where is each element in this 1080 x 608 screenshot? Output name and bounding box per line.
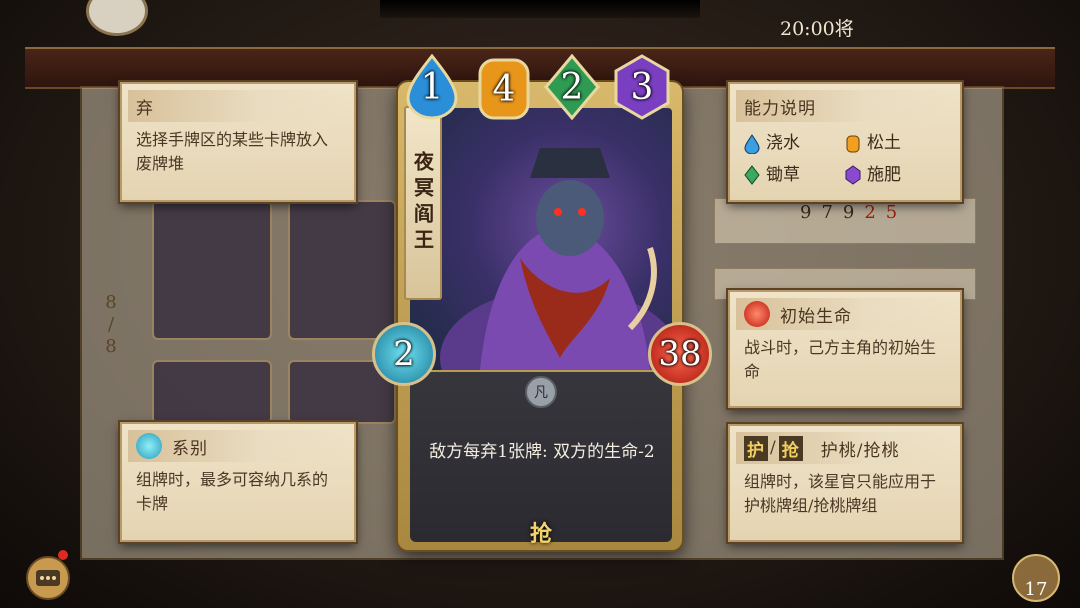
discard-title: 弃 [128, 90, 348, 122]
ability-fertilize: 施肥 [845, 160, 946, 186]
card-name: 夜冥阎王 [404, 106, 442, 300]
card-art [410, 108, 672, 370]
series-icon [136, 433, 162, 459]
notification-dot [58, 550, 68, 560]
deck-card-3[interactable] [152, 360, 272, 424]
peach-info-panel: 护 / 抢 护桃/抢桃 组牌时，该星官只能应用于护桃牌组/抢桃牌组 [728, 424, 962, 542]
cost-weed-icon: 2 [544, 54, 600, 120]
discard-body: 选择手牌区的某些卡牌放入废牌堆 [136, 130, 329, 173]
cost-water-value: 1 [420, 66, 444, 108]
green-gem-icon [744, 165, 760, 185]
life-icon [744, 301, 770, 327]
series-title: 系别 [172, 438, 208, 459]
deck-card-2[interactable] [288, 200, 396, 340]
counter-value: 17 [1024, 579, 1048, 600]
life-value-badge: 38 [648, 322, 712, 386]
cost-weed-value: 2 [560, 66, 584, 108]
clock-label: 20:00将 [780, 18, 854, 40]
cost-water-icon: 1 [404, 54, 460, 120]
card-effect-text: 敌方每弃1张牌: 双方的生命-2 [429, 442, 655, 462]
card-grab-tag: 抢 [529, 521, 552, 547]
ability-info-panel: 能力说明 浇水 松土 锄草 施肥 [728, 82, 962, 202]
purple-gem-icon [845, 165, 861, 185]
peach-title: 护桃/抢桃 [820, 440, 900, 461]
ability-water: 浇水 [744, 128, 845, 154]
rarity-rune-icon: 凡 [525, 376, 557, 408]
series-body: 组牌时，最多可容纳几系的卡牌 [136, 470, 329, 513]
series-info-panel: 系别 组牌时，最多可容纳几系的卡牌 [120, 422, 356, 542]
ability-weed: 锄草 [744, 160, 845, 186]
cost-fertilize-icon: 3 [614, 54, 670, 120]
cost-soil-icon: 4 [476, 56, 532, 122]
cost-soil-value: 4 [492, 68, 516, 110]
series-value-badge: 2 [372, 322, 436, 386]
chat-button[interactable] [26, 556, 70, 600]
defend-tag: 护 [744, 435, 768, 461]
life-title: 初始生命 [780, 306, 852, 327]
bg-row-numbers: 97925 [800, 202, 908, 223]
grab-tag: 抢 [778, 435, 803, 461]
blue-drop-icon [744, 133, 760, 154]
deck-count: 8/8 [105, 292, 117, 357]
chat-icon [36, 570, 60, 586]
deck-card-1[interactable] [152, 200, 272, 340]
life-info-panel: 初始生命 战斗时，己方主角的初始生命 [728, 290, 962, 408]
cost-fertilize-value: 3 [630, 66, 654, 108]
ability-soil: 松土 [845, 128, 946, 154]
inventory-counter[interactable]: 17 [1012, 554, 1060, 602]
orange-gem-icon [846, 135, 860, 152]
yama-king-illustration [440, 148, 672, 370]
top-bar [380, 0, 700, 18]
ability-title: 能力说明 [736, 90, 954, 122]
discard-info-panel: 弃 选择手牌区的某些卡牌放入废牌堆 [120, 82, 356, 202]
life-body: 战斗时，己方主角的初始生命 [744, 338, 937, 381]
peach-body: 组牌时，该星官只能应用于护桃牌组/抢桃牌组 [744, 472, 937, 515]
